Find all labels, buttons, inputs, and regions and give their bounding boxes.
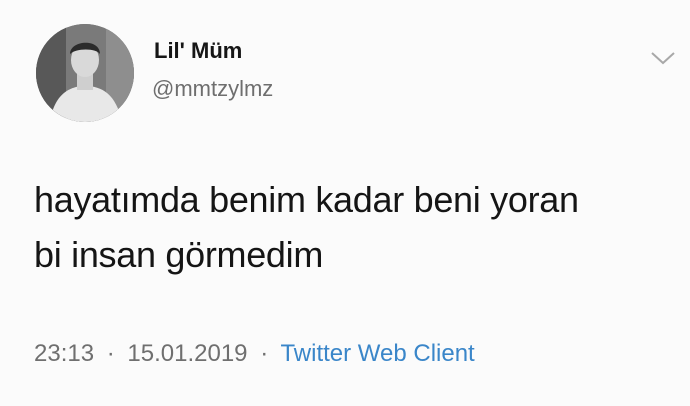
tweet-date[interactable]: 15.01.2019: [127, 340, 247, 367]
tweet-text: hayatımda benim kadar beni yoran bi insa…: [34, 172, 674, 282]
avatar[interactable]: [36, 24, 134, 122]
client-link[interactable]: Twitter Web Client: [280, 340, 474, 367]
tweet-text-line: hayatımda benim kadar beni yoran: [34, 179, 579, 220]
user-handle[interactable]: @mmtzylmz: [152, 76, 273, 102]
tweet-card: Lil' Müm @mmtzylmz hayatımda benim kadar…: [0, 0, 690, 406]
chevron-down-icon[interactable]: [650, 50, 676, 66]
tweet-metadata: 23:13 · 15.01.2019 · Twitter Web Client: [34, 340, 475, 368]
separator: ·: [106, 340, 115, 367]
tweet-time[interactable]: 23:13: [34, 340, 94, 367]
separator: ·: [260, 340, 269, 367]
display-name[interactable]: Lil' Müm: [154, 38, 242, 64]
tweet-text-line: bi insan görmedim: [34, 234, 324, 275]
avatar-photo: [36, 24, 134, 122]
